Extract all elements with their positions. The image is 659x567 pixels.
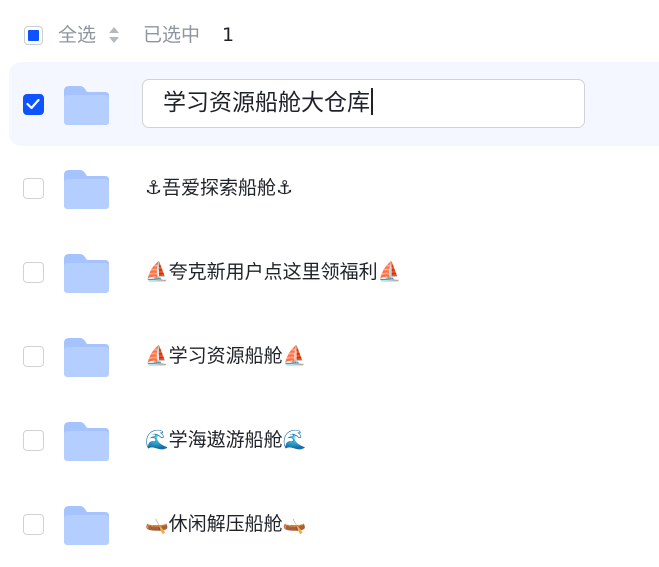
folder-name-input-value: 学习资源船舱大仓库: [163, 90, 370, 116]
row-checkbox[interactable]: [23, 94, 44, 115]
folder-name[interactable]: 🛶休闲解压船舱🛶: [145, 510, 306, 538]
row-checkbox[interactable]: [23, 178, 44, 199]
check-icon: [26, 98, 40, 110]
select-all-checkbox[interactable]: [24, 26, 43, 45]
select-all-label[interactable]: 全选: [58, 22, 96, 48]
folder-icon: [64, 422, 109, 461]
list-header: 全选 已选中 1: [0, 0, 659, 70]
folder-name-input[interactable]: 学习资源船舱大仓库: [142, 79, 585, 128]
folder-name[interactable]: ⛵夸克新用户点这里领福利⛵: [145, 258, 401, 286]
folder-name[interactable]: ⛵学习资源船舱⛵: [145, 342, 306, 370]
folder-name[interactable]: 🌊学海遨游船舱🌊: [145, 426, 306, 454]
row-checkbox[interactable]: [23, 346, 44, 367]
folder-icon: [64, 170, 109, 209]
text-caret: [371, 88, 373, 115]
selected-label: 已选中: [143, 24, 201, 46]
folder-name[interactable]: ⚓吾爱探索船舱⚓: [145, 174, 293, 202]
row-checkbox[interactable]: [23, 514, 44, 535]
folder-row[interactable]: 🛶休闲解压船舱🛶: [0, 482, 659, 566]
folder-row[interactable]: 🌊学海遨游船舱🌊: [0, 398, 659, 482]
folder-row[interactable]: ⛵学习资源船舱⛵: [0, 314, 659, 398]
folder-row[interactable]: ⛵夸克新用户点这里领福利⛵: [0, 230, 659, 314]
folder-list: 学习资源船舱大仓库 ⚓吾爱探索船舱⚓ ⛵夸克新用户点这里领福利⛵ ⛵学习资源船舱…: [0, 62, 659, 566]
folder-icon: [64, 254, 109, 293]
folder-icon: [64, 338, 109, 377]
folder-row[interactable]: ⚓吾爱探索船舱⚓: [0, 146, 659, 230]
folder-icon: [64, 506, 109, 545]
row-checkbox[interactable]: [23, 430, 44, 451]
selected-count: 1: [222, 24, 235, 46]
folder-row-editing[interactable]: 学习资源船舱大仓库: [9, 62, 659, 146]
row-checkbox[interactable]: [23, 262, 44, 283]
folder-icon: [64, 86, 109, 125]
sort-icon[interactable]: [108, 25, 120, 45]
